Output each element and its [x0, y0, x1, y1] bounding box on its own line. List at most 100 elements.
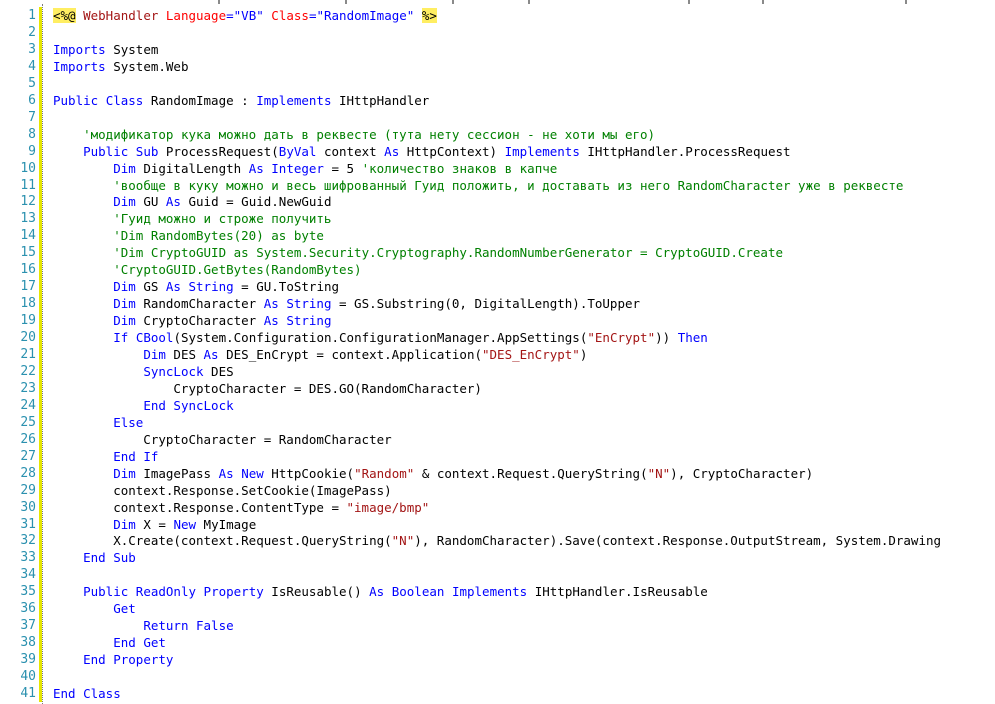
code-line[interactable]: 13 'Гуид можно и строже получить — [0, 210, 995, 228]
code-token: RandomImage : — [143, 92, 257, 108]
code-token: DES — [203, 363, 234, 379]
code-text[interactable]: 'CryptoGUID.GetBytes(RandomBytes) — [53, 261, 361, 278]
code-text[interactable]: 'Dim CryptoGUID as System.Security.Crypt… — [53, 244, 783, 261]
code-line[interactable]: 29 context.Response.SetCookie(ImagePass) — [0, 481, 995, 499]
code-line[interactable]: 4 Imports System.Web — [0, 57, 995, 75]
code-line[interactable]: 6 Public Class RandomImage : Implements I… — [0, 91, 995, 109]
line-number: 19 — [20, 313, 36, 329]
code-text[interactable]: If CBool(System.Configuration.Configurat… — [53, 329, 708, 346]
code-token: Imports — [53, 58, 106, 74]
code-text[interactable]: 'модификатор кука можно дать в реквесте … — [53, 126, 655, 143]
code-text[interactable]: End Sub — [53, 549, 136, 566]
code-token: DigitalLength — [135, 160, 249, 176]
code-line[interactable]: 39 End Property — [0, 651, 995, 669]
code-text[interactable]: Return False — [53, 617, 233, 634]
code-editor[interactable]: 1 <%@ WebHandler Language="VB" Class="Ran… — [0, 4, 995, 704]
code-line[interactable]: 33 End Sub — [0, 549, 995, 567]
code-text[interactable]: Dim DES As DES_EnCrypt = context.Applica… — [53, 346, 587, 363]
code-line[interactable]: 25 Else — [0, 413, 995, 431]
code-token: = GS.Substring(0, DigitalLength).ToUpper — [331, 296, 641, 312]
code-text[interactable]: End Class — [53, 685, 121, 702]
code-line[interactable]: 24 End SyncLock — [0, 396, 995, 414]
code-line[interactable]: 30 context.Response.ContentType = "image… — [0, 498, 995, 516]
code-line[interactable]: 23 CryptoCharacter = DES.GO(RandomCharac… — [0, 379, 995, 397]
code-token: <%@ — [53, 8, 76, 23]
code-text[interactable]: X.Create(context.Request.QueryString("N"… — [53, 532, 941, 549]
code-line[interactable]: 2 — [0, 23, 995, 41]
code-text[interactable]: Public ReadOnly Property IsReusable() As… — [53, 583, 708, 600]
code-text[interactable]: 'вообще в куку можно и весь шифрованный … — [53, 177, 903, 194]
code-line[interactable]: 40 — [0, 668, 995, 686]
code-text[interactable]: End If — [53, 448, 158, 465]
code-token: Integer — [271, 160, 324, 176]
code-line[interactable]: 31 Dim X = New MyImage — [0, 515, 995, 533]
code-line[interactable]: 14 'Dim RandomBytes(20) as byte — [0, 227, 995, 245]
code-line[interactable]: 10 Dim DigitalLength As Integer = 5 'кол… — [0, 159, 995, 177]
code-text[interactable]: Dim X = New MyImage — [53, 516, 256, 533]
code-text[interactable]: CryptoCharacter = DES.GO(RandomCharacter… — [53, 380, 482, 397]
code-text[interactable]: <%@ WebHandler Language="VB" Class="Rand… — [53, 7, 437, 24]
code-line[interactable]: 27 End If — [0, 447, 995, 465]
line-number: 34 — [20, 567, 36, 583]
code-text[interactable]: SyncLock DES — [53, 363, 234, 380]
code-line[interactable]: 34 — [0, 566, 995, 584]
code-text[interactable]: End Get — [53, 634, 166, 651]
code-line[interactable]: 38 End Get — [0, 634, 995, 652]
code-text[interactable]: Imports System.Web — [53, 58, 188, 75]
code-line[interactable]: 8 'модификатор кука можно дать в реквест… — [0, 125, 995, 143]
code-line[interactable]: 35 Public ReadOnly Property IsReusable()… — [0, 583, 995, 601]
code-line[interactable]: 1 <%@ WebHandler Language="VB" Class="Ran… — [0, 7, 995, 24]
code-line[interactable]: 12 Dim GU As Guid = Guid.NewGuid — [0, 193, 995, 211]
code-text[interactable]: Dim GS As String = GU.ToString — [53, 278, 339, 295]
code-text[interactable]: Else — [53, 414, 143, 431]
code-text[interactable]: Dim RandomCharacter As String = GS.Subst… — [53, 295, 640, 312]
changed-line-marker — [39, 549, 42, 567]
code-text[interactable]: 'Гуид можно и строже получить — [53, 210, 331, 227]
code-line[interactable]: 19 Dim CryptoCharacter As String — [0, 312, 995, 330]
code-text-area[interactable]: 1 <%@ WebHandler Language="VB" Class="Ran… — [0, 4, 995, 704]
code-text[interactable]: 'Dim RandomBytes(20) as byte — [53, 227, 324, 244]
code-line[interactable]: 22 SyncLock DES — [0, 362, 995, 380]
code-line[interactable]: 9 Public Sub ProcessRequest(ByVal contex… — [0, 142, 995, 160]
code-line[interactable]: 28 Dim ImagePass As New HttpCookie("Rand… — [0, 464, 995, 482]
code-text[interactable]: End SyncLock — [53, 397, 233, 414]
code-text[interactable]: End Property — [53, 651, 173, 668]
code-text[interactable]: Dim DigitalLength As Integer = 5 'количе… — [53, 160, 557, 177]
code-token: System.Web — [105, 58, 189, 74]
code-line[interactable]: 11 'вообще в куку можно и весь шифрованн… — [0, 176, 995, 194]
code-text[interactable]: Dim ImagePass As New HttpCookie("Random"… — [53, 465, 813, 482]
code-text[interactable]: context.Response.SetCookie(ImagePass) — [53, 482, 391, 499]
code-token: Dim — [143, 347, 166, 362]
code-line[interactable]: 41 End Class — [0, 685, 995, 702]
code-line[interactable]: 3 Imports System — [0, 40, 995, 58]
code-line[interactable]: 5 — [0, 74, 995, 92]
changed-line-marker — [39, 7, 42, 24]
code-text[interactable]: Imports System — [53, 41, 158, 58]
code-text[interactable]: Public Sub ProcessRequest(ByVal context … — [53, 143, 790, 160]
code-text[interactable]: Dim CryptoCharacter As String — [53, 312, 331, 329]
code-line[interactable]: 20 If CBool(System.Configuration.Configu… — [0, 329, 995, 347]
code-line[interactable]: 15 'Dim CryptoGUID as System.Security.Cr… — [0, 244, 995, 262]
code-token: If — [113, 330, 129, 346]
code-line[interactable]: 21 Dim DES As DES_EnCrypt = context.Appl… — [0, 346, 995, 363]
code-line[interactable]: 7 — [0, 108, 995, 126]
code-line[interactable]: 37 Return False — [0, 617, 995, 635]
code-token: Dim — [113, 465, 136, 481]
code-line[interactable]: 17 Dim GS As String = GU.ToString — [0, 278, 995, 296]
code-text[interactable]: Public Class RandomImage : Implements IH… — [53, 92, 429, 109]
code-text[interactable]: context.Response.ContentType = "image/bm… — [53, 499, 429, 516]
code-line[interactable]: 26 CryptoCharacter = RandomCharacter — [0, 430, 995, 448]
code-line[interactable]: 18 Dim RandomCharacter As String = GS.Su… — [0, 295, 995, 313]
code-line[interactable]: 16 'CryptoGUID.GetBytes(RandomBytes) — [0, 261, 995, 279]
code-text[interactable]: Dim GU As Guid = Guid.NewGuid — [53, 193, 331, 210]
code-line[interactable]: 32 X.Create(context.Request.QueryString(… — [0, 532, 995, 550]
code-line[interactable]: 36 Get — [0, 600, 995, 618]
code-text[interactable]: CryptoCharacter = RandomCharacter — [53, 431, 391, 448]
code-token: context.Response.ContentType = — [53, 499, 347, 515]
code-text[interactable]: Get — [53, 600, 136, 617]
